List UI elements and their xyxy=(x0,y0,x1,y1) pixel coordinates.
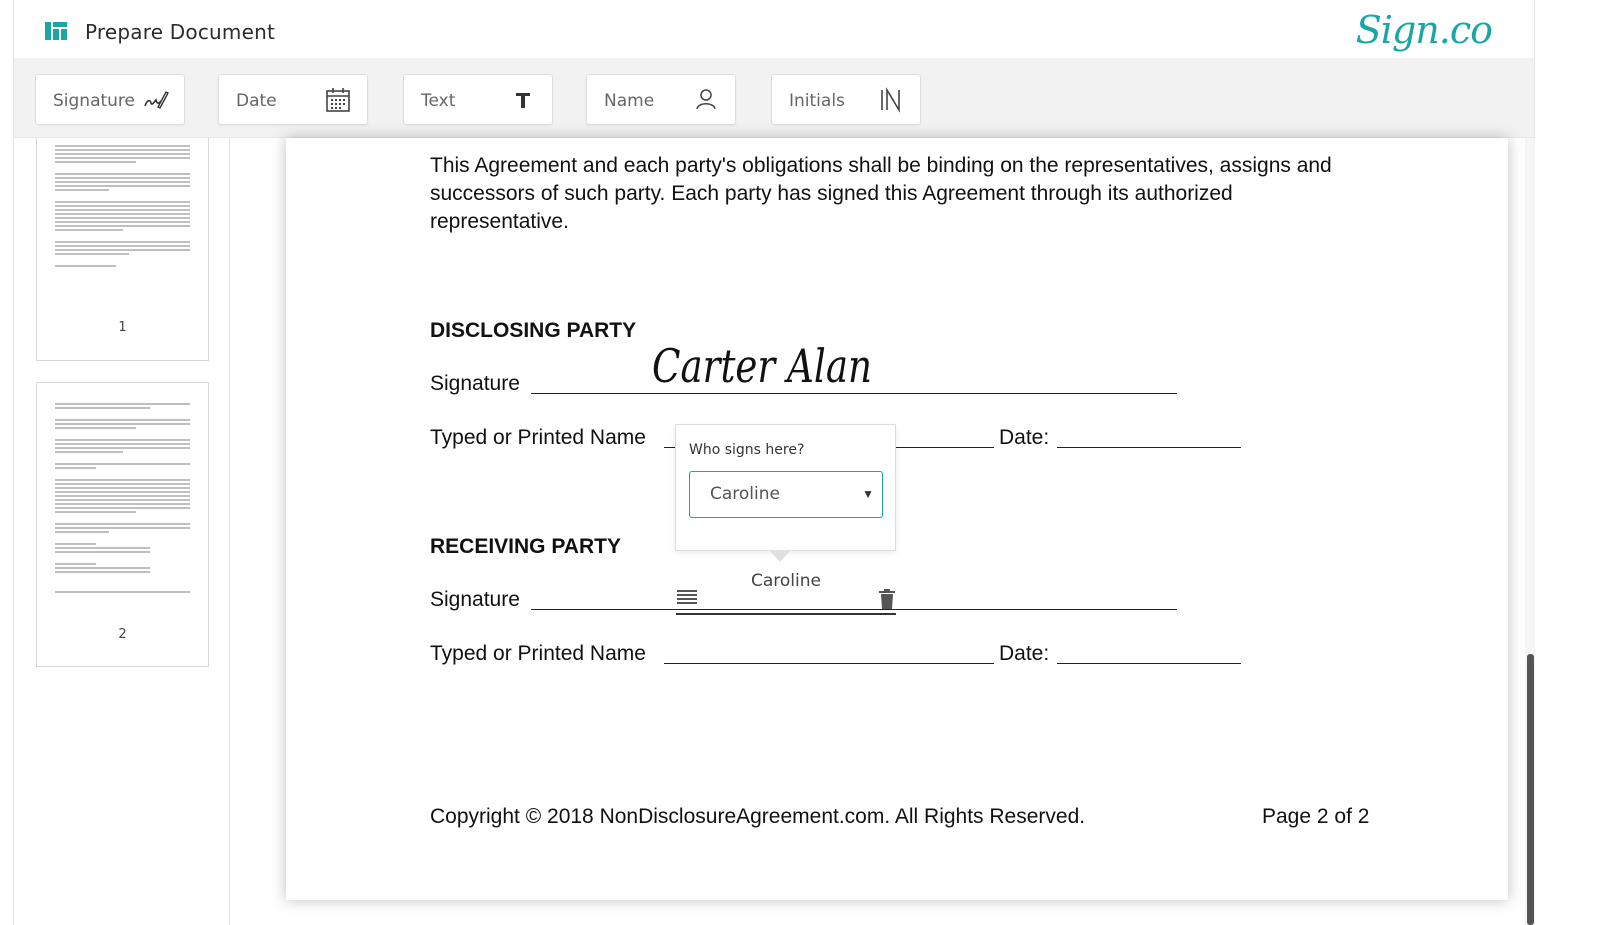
calendar-icon xyxy=(326,88,350,112)
handwritten-signature: Carter Alan xyxy=(652,339,872,393)
field-toolbar: Signature Date Text Name Initials xyxy=(14,58,1534,138)
field-assignee: Caroline xyxy=(751,571,821,591)
initials-in-icon xyxy=(881,87,900,113)
page-thumbnail-1[interactable]: 1 xyxy=(36,138,209,361)
field-underline xyxy=(676,613,896,615)
placed-signature-field[interactable]: Caroline xyxy=(676,565,896,615)
signature-pen-icon xyxy=(144,91,169,109)
tool-label: Name xyxy=(604,91,655,111)
initials-tool-button[interactable]: Initials xyxy=(771,74,921,125)
caret-down-icon: ▼ xyxy=(862,487,874,501)
thumbnail-text xyxy=(55,145,190,269)
date-tool-button[interactable]: Date xyxy=(218,74,368,125)
person-icon xyxy=(696,89,716,110)
signature-line xyxy=(531,393,1177,394)
signature-label: Signature xyxy=(430,588,520,611)
trash-icon[interactable] xyxy=(878,589,896,609)
footer-copyright: Copyright © 2018 NonDisclosureAgreement.… xyxy=(430,805,1086,828)
text-tool-button[interactable]: Text xyxy=(403,74,553,125)
layout-icon xyxy=(45,22,67,40)
page-title: Prepare Document xyxy=(85,20,276,44)
signature-tool-button[interactable]: Signature xyxy=(35,74,185,125)
date-label: Date: xyxy=(999,642,1050,665)
brand-logo: Sign.co xyxy=(1355,8,1493,52)
selected-signer: Caroline xyxy=(710,484,780,504)
name-line xyxy=(664,663,994,664)
header: Prepare Document Sign.co xyxy=(14,0,1534,58)
popover-question: Who signs here? xyxy=(689,442,805,458)
signer-select[interactable]: Caroline ▼ xyxy=(689,471,883,518)
disclosing-party-heading: DISCLOSING PARTY xyxy=(430,319,637,342)
vertical-scrollbar[interactable] xyxy=(1525,138,1535,925)
document-viewer: This Agreement and each party's obligati… xyxy=(231,138,1535,925)
scrollbar-thumb[interactable] xyxy=(1527,654,1534,925)
signature-label: Signature xyxy=(430,372,520,395)
document-page: This Agreement and each party's obligati… xyxy=(286,138,1508,900)
drag-lines-icon[interactable] xyxy=(677,589,697,605)
date-line xyxy=(1057,663,1241,664)
footer-page-number: Page 2 of 2 xyxy=(1262,805,1370,828)
tool-label: Date xyxy=(236,91,277,111)
tool-label: Signature xyxy=(53,91,136,111)
page-thumbnails-sidebar: 1 2 xyxy=(14,138,230,925)
date-label: Date: xyxy=(999,426,1050,449)
app-window: Prepare Document Sign.co Signature Date xyxy=(13,0,1535,925)
page-thumbnail-2[interactable]: 2 xyxy=(36,382,209,667)
tool-label: Initials xyxy=(789,91,845,111)
thumbnail-page-number: 2 xyxy=(118,627,127,642)
tool-label: Text xyxy=(421,91,456,111)
name-tool-button[interactable]: Name xyxy=(586,74,736,125)
thumbnail-text xyxy=(55,403,190,595)
agreement-paragraph: This Agreement and each party's obligati… xyxy=(430,154,1332,233)
thumbnail-page-number: 1 xyxy=(118,320,127,335)
receiving-party-heading: RECEIVING PARTY xyxy=(430,535,621,558)
text-t-icon xyxy=(516,93,530,108)
signer-popover: Who signs here? Caroline ▼ xyxy=(675,424,896,562)
name-label: Typed or Printed Name xyxy=(430,642,646,665)
signature-text: Carter Alan xyxy=(652,339,872,393)
date-line xyxy=(1057,447,1241,448)
name-label: Typed or Printed Name xyxy=(430,426,646,449)
